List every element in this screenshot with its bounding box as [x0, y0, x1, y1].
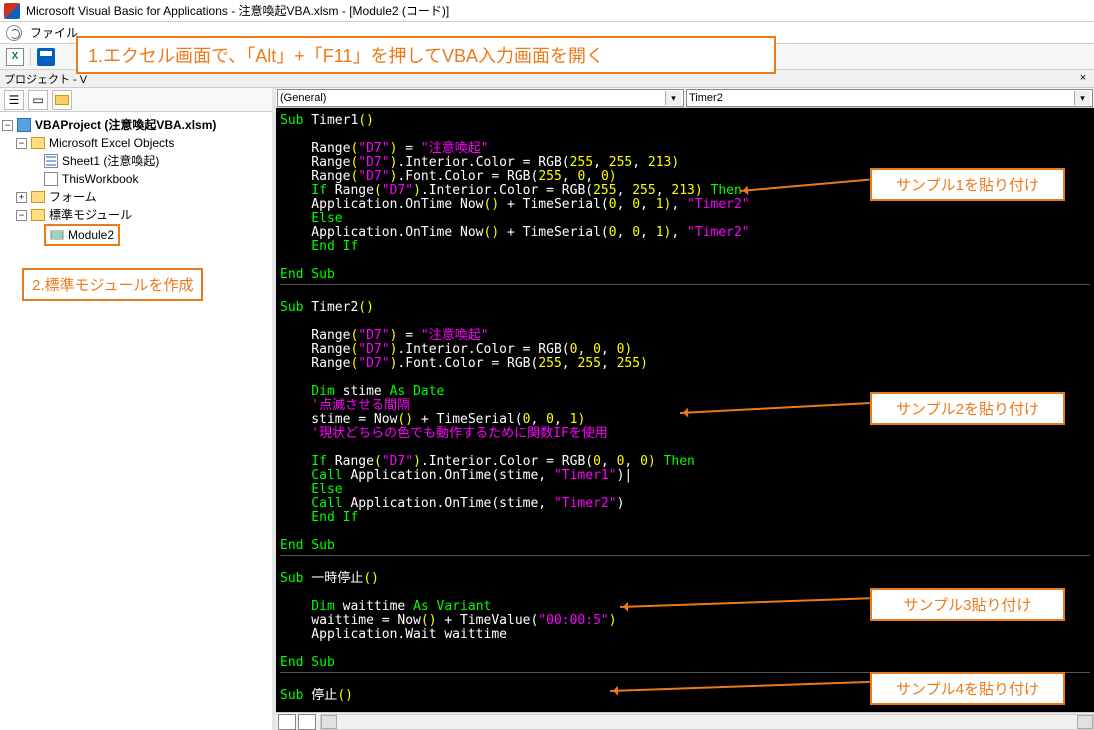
tree-forms[interactable]: + フォーム: [2, 188, 270, 206]
expand-icon[interactable]: −: [2, 120, 13, 131]
tree-thisworkbook[interactable]: ThisWorkbook: [2, 170, 270, 188]
save-icon[interactable]: [37, 48, 55, 66]
tree-modules[interactable]: − 標準モジュール: [2, 206, 270, 224]
chevron-down-icon: ▾: [665, 91, 681, 105]
expand-icon[interactable]: −: [16, 138, 27, 149]
project-tree[interactable]: − VBAProject (注意喚起VBA.xlsm) − Microsoft …: [0, 112, 272, 730]
procedure-view-button[interactable]: [298, 714, 316, 730]
annotation-sample3: サンプル3貼り付け: [870, 588, 1065, 621]
sheet-icon: [44, 154, 58, 168]
excel-objects-label: Microsoft Excel Objects: [49, 134, 174, 152]
view-code-button[interactable]: ☰: [4, 90, 24, 110]
project-explorer-toolbar: ☰ ▭: [0, 88, 272, 112]
horizontal-scrollbar[interactable]: [320, 714, 1094, 730]
expand-icon[interactable]: −: [16, 210, 27, 221]
annotation-sample1: サンプル1を貼り付け: [870, 168, 1065, 201]
panel-close-icon[interactable]: ×: [1076, 72, 1090, 86]
object-dropdown[interactable]: (General) ▾: [277, 89, 684, 107]
project-explorer: ☰ ▭ − VBAProject (注意喚起VBA.xlsm) − Micros…: [0, 88, 276, 730]
toggle-folders-button[interactable]: [52, 90, 72, 110]
annotation-sample2: サンプル2を貼り付け: [870, 392, 1065, 425]
annotation-1: 1.エクセル画面で、「Alt」+「F11」を押してVBA入力画面を開く: [76, 36, 776, 74]
menu-file[interactable]: ファイル: [30, 24, 78, 41]
vba-app-icon: [4, 3, 20, 19]
object-dropdown-value: (General): [280, 92, 326, 104]
expand-icon[interactable]: +: [16, 192, 27, 203]
module-icon: [50, 228, 64, 242]
workbook-icon: [44, 172, 58, 186]
toolbar-divider: [30, 48, 31, 66]
forms-label: フォーム: [49, 188, 97, 206]
code-editor-footer: [276, 712, 1094, 730]
thisworkbook-label: ThisWorkbook: [62, 170, 138, 188]
sheet1-label: Sheet1 (注意喚起): [62, 152, 159, 170]
project-explorer-title: プロジェクト - V: [4, 71, 87, 87]
window-title: Microsoft Visual Basic for Applications …: [26, 2, 449, 19]
folder-icon: [31, 209, 45, 221]
tree-sheet1[interactable]: Sheet1 (注意喚起): [2, 152, 270, 170]
tree-excel-objects[interactable]: − Microsoft Excel Objects: [2, 134, 270, 152]
folder-icon: [31, 191, 45, 203]
excel-icon[interactable]: X: [6, 48, 24, 66]
procedure-dropdown[interactable]: Timer2 ▾: [686, 89, 1093, 107]
full-module-view-button[interactable]: [278, 714, 296, 730]
procedure-dropdown-value: Timer2: [689, 92, 723, 104]
annotation-2: 2.標準モジュールを作成: [22, 268, 203, 301]
chevron-down-icon: ▾: [1074, 91, 1090, 105]
modules-label: 標準モジュール: [49, 206, 132, 224]
tree-module2[interactable]: Module2: [2, 224, 270, 246]
tree-project-node[interactable]: − VBAProject (注意喚起VBA.xlsm): [2, 116, 270, 134]
window-title-bar: Microsoft Visual Basic for Applications …: [0, 0, 1094, 22]
reset-icon[interactable]: [6, 25, 22, 41]
code-dropdown-bar: (General) ▾ Timer2 ▾: [276, 88, 1094, 108]
view-object-button[interactable]: ▭: [28, 90, 48, 110]
project-icon: [17, 118, 31, 132]
project-label: VBAProject (注意喚起VBA.xlsm): [35, 116, 216, 134]
annotation-sample4: サンプル4を貼り付け: [870, 672, 1065, 705]
folder-icon: [31, 137, 45, 149]
module2-label: Module2: [68, 226, 114, 244]
